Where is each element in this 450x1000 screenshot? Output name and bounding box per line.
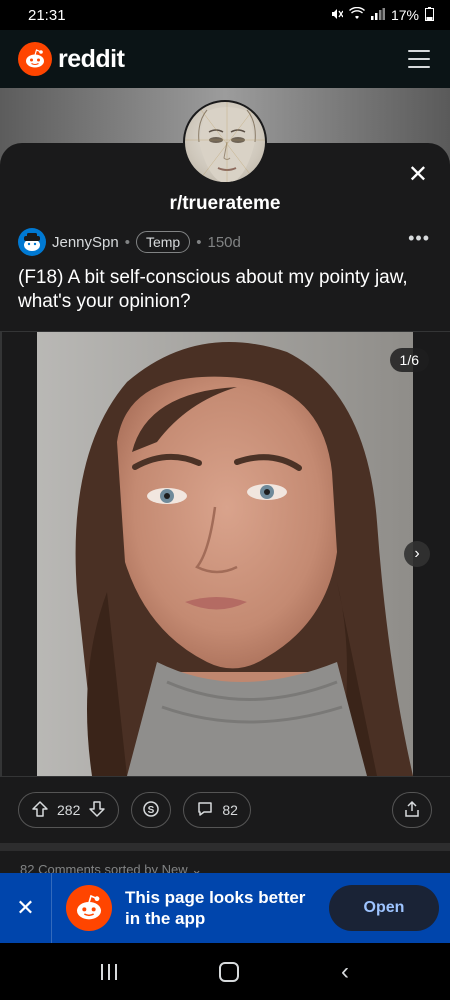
post-meta: JennySpn • Temp • 150d — [18, 228, 241, 256]
gallery-next-button[interactable]: › — [404, 541, 430, 567]
award-icon: S — [142, 800, 160, 821]
post-author[interactable]: JennySpn — [52, 234, 119, 251]
reddit-header: reddit — [0, 30, 450, 88]
author-flair: Temp — [135, 231, 191, 253]
back-icon[interactable]: ‹ — [341, 958, 349, 986]
gallery-counter: 1/6 — [389, 348, 429, 372]
comments-button[interactable]: 82 — [183, 792, 251, 828]
comment-count: 82 — [222, 802, 238, 818]
separator-dot: • — [196, 233, 202, 251]
subreddit-name[interactable]: r/truerateme — [0, 193, 450, 215]
status-icons: 17% — [329, 6, 434, 24]
battery-icon — [425, 6, 434, 24]
upvote-icon[interactable] — [31, 800, 49, 821]
post-actions: 282 S 82 — [18, 792, 432, 828]
reddit-wordmark: reddit — [58, 44, 125, 73]
wifi-icon — [348, 6, 365, 23]
recents-icon[interactable] — [101, 963, 117, 980]
post-age: 150d — [207, 233, 241, 251]
dismiss-banner-icon[interactable]: ✕ — [0, 873, 52, 943]
subreddit-avatar[interactable] — [183, 100, 267, 184]
gallery-photo[interactable] — [37, 332, 413, 776]
signal-icon — [370, 7, 385, 23]
gallery-border — [0, 331, 2, 777]
reddit-logo-icon — [18, 42, 52, 76]
battery-percent: 17% — [390, 7, 419, 23]
separator-dot: • — [124, 233, 130, 251]
reddit-logo-icon — [66, 885, 112, 931]
vote-count: 282 — [57, 802, 81, 818]
award-button[interactable]: S — [131, 792, 172, 828]
svg-text:S: S — [148, 805, 155, 816]
close-icon[interactable]: ✕ — [408, 160, 428, 189]
android-nav-bar: ‹ — [0, 943, 450, 1000]
share-button[interactable] — [392, 792, 432, 828]
home-icon[interactable] — [219, 961, 239, 982]
banner-message: This page looks better in the app — [125, 888, 306, 928]
post-title[interactable]: (F18) A bit self-conscious about my poin… — [18, 266, 428, 314]
user-avatar[interactable] — [18, 228, 46, 256]
more-options-icon[interactable]: ••• — [408, 228, 430, 249]
hamburger-icon[interactable] — [408, 50, 430, 68]
share-icon — [403, 800, 421, 821]
open-in-app-button[interactable]: Open — [329, 885, 439, 931]
vote-pill: 282 — [18, 792, 120, 828]
comment-icon — [196, 800, 214, 821]
status-time: 21:31 — [28, 6, 66, 24]
status-bar: 21:31 17% — [0, 0, 450, 30]
reddit-home-link[interactable]: reddit — [18, 42, 125, 76]
section-divider — [0, 843, 450, 851]
mute-icon — [329, 7, 344, 24]
app-banner: ✕ This page looks better in the app Open — [0, 873, 450, 943]
downvote-icon[interactable] — [88, 800, 106, 821]
